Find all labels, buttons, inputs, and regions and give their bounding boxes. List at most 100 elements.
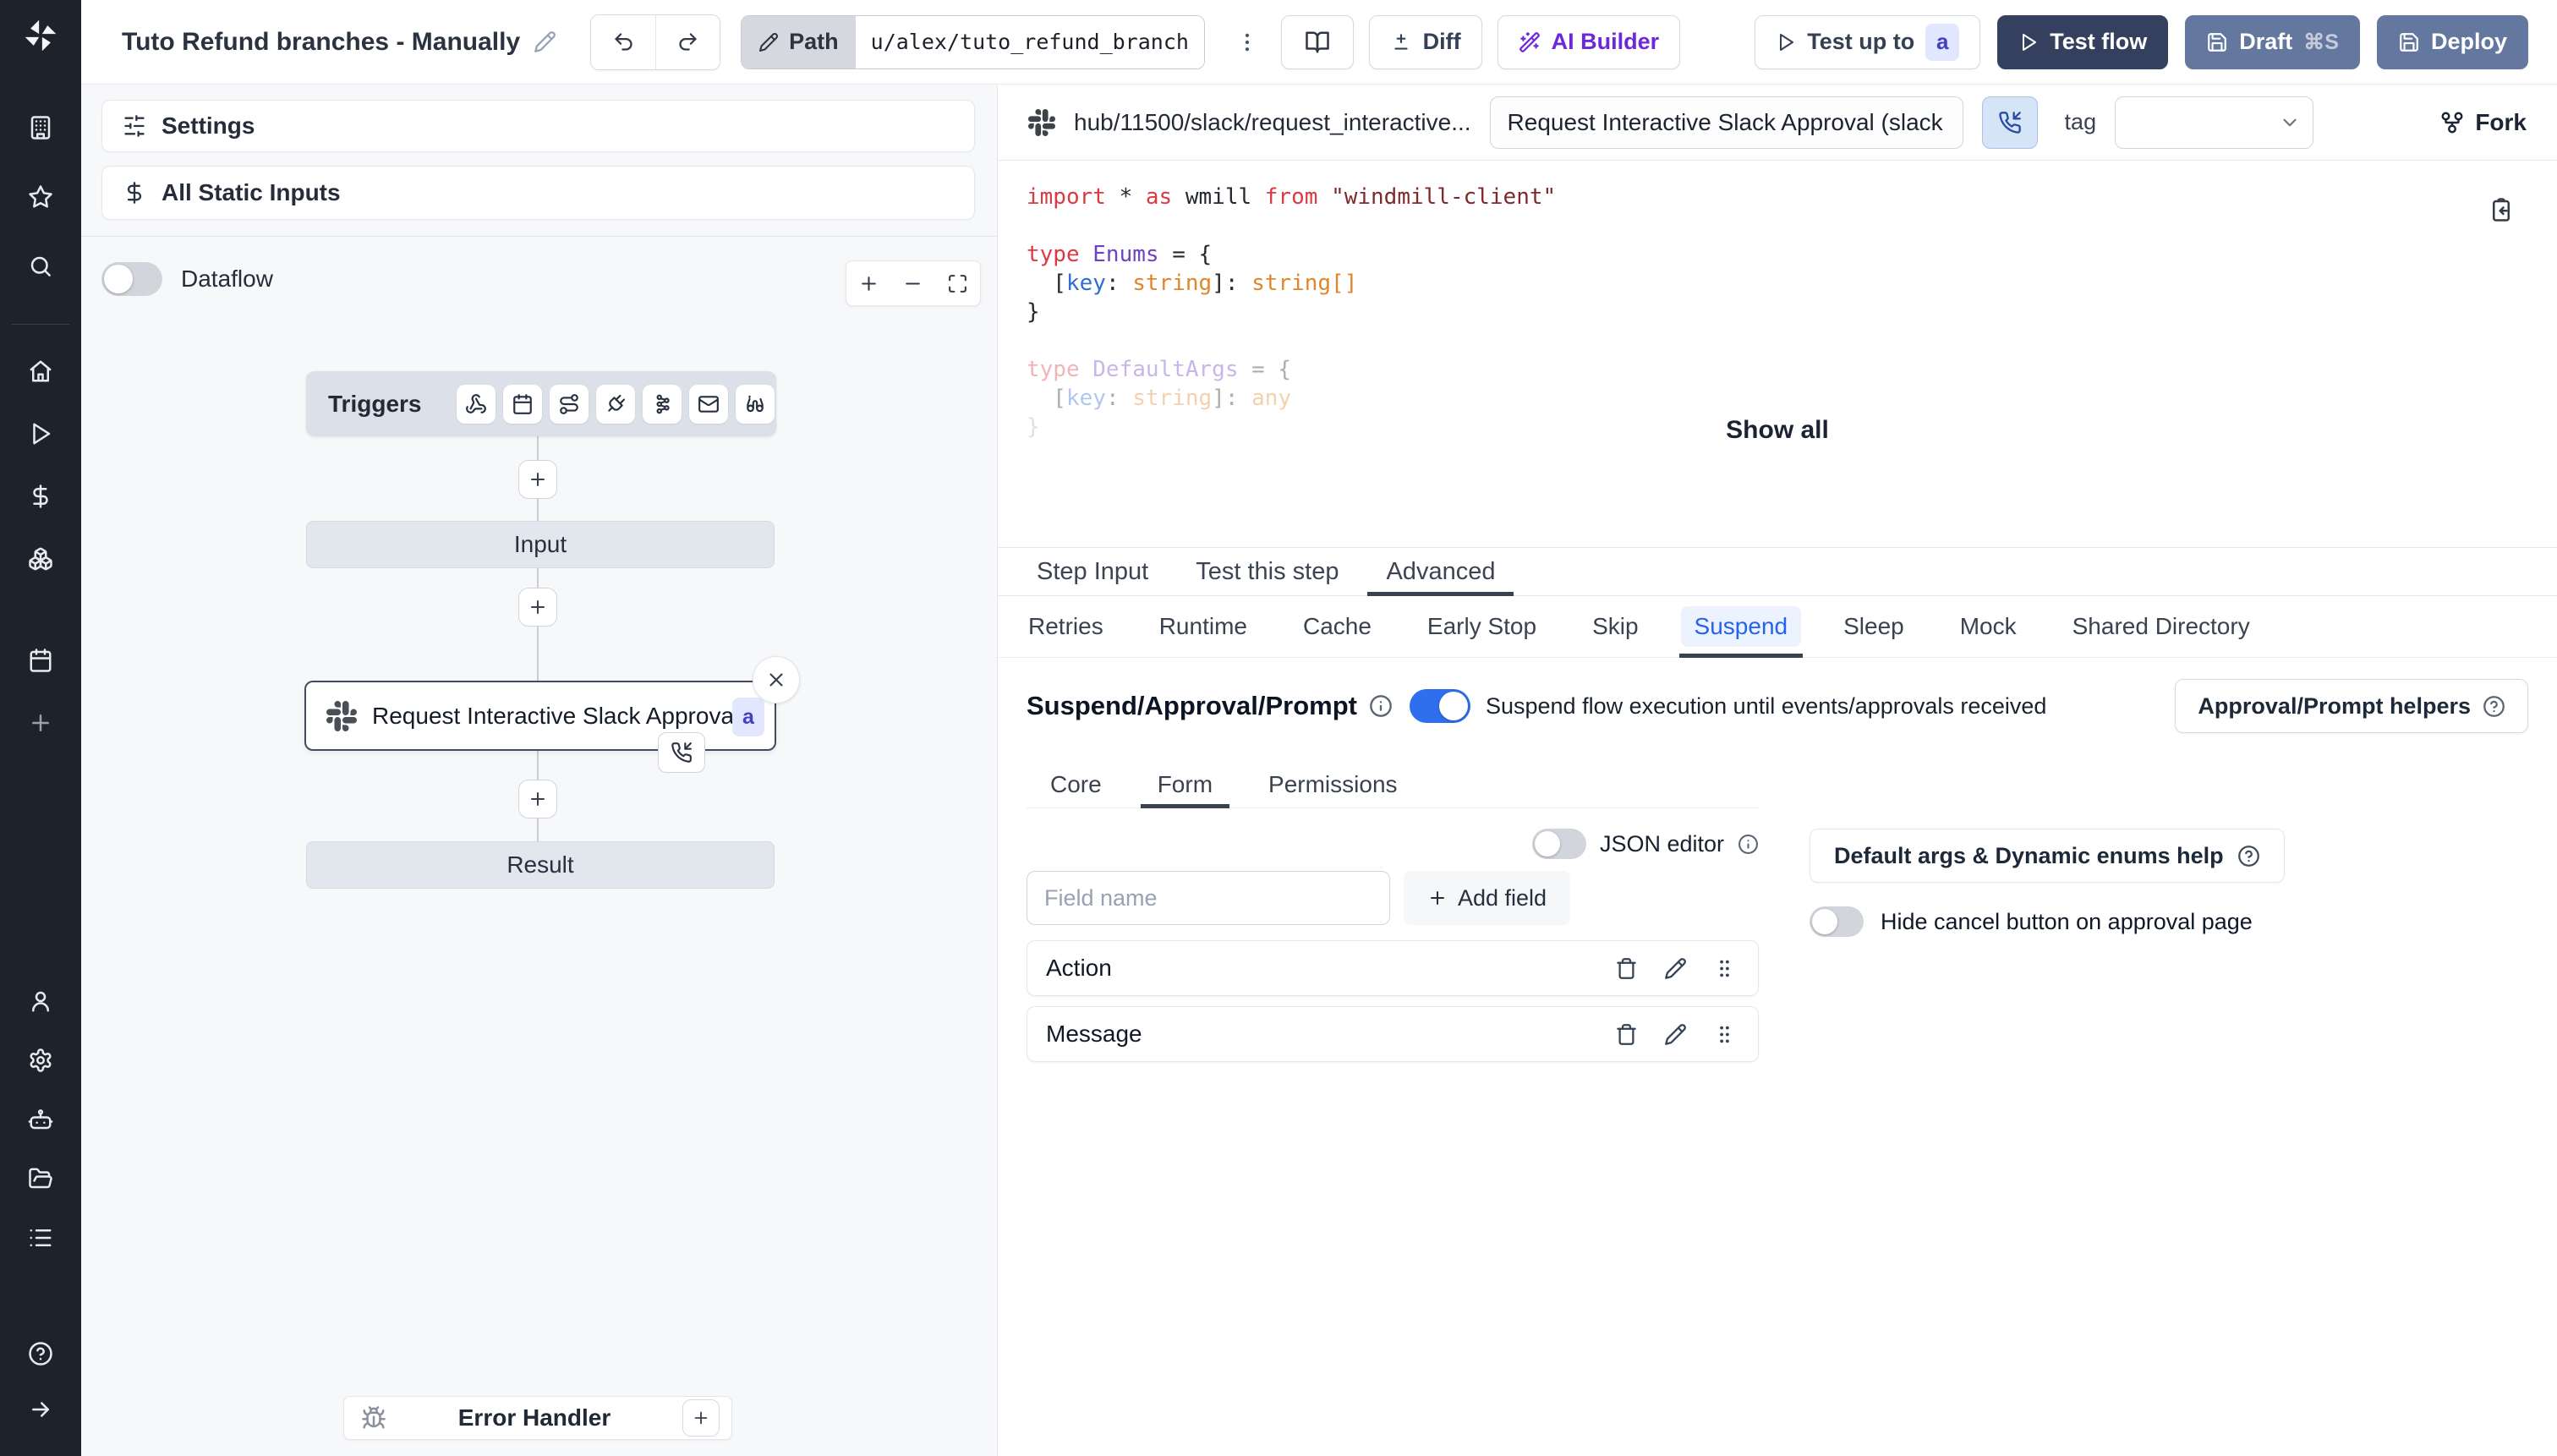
tag-select[interactable]	[2115, 96, 2314, 149]
tab-suspend[interactable]: Suspend	[1678, 596, 1803, 658]
sidebar-item-search[interactable]	[27, 253, 54, 280]
tab-shared-directory[interactable]: Shared Directory	[2069, 596, 2253, 657]
more-menu-button[interactable]	[1228, 14, 1266, 69]
sidebar-item-boxes[interactable]	[27, 545, 54, 572]
edit-title-icon[interactable]	[534, 30, 556, 53]
field-drag-handle[interactable]	[1709, 953, 1739, 983]
sidebar-item-robot[interactable]	[27, 1106, 54, 1133]
flow-settings-button[interactable]: Settings	[101, 100, 975, 152]
sidebar-item-home[interactable]	[27, 358, 54, 385]
sidebar-item-dollar[interactable]	[27, 483, 54, 510]
field-drag-handle[interactable]	[1709, 1019, 1739, 1049]
step-summary-input[interactable]	[1489, 96, 1963, 149]
draft-button[interactable]: Draft ⌘S	[2185, 14, 2360, 69]
trigger-kafka-button[interactable]	[643, 384, 682, 424]
test-up-to-button[interactable]: Test up to a	[1755, 14, 1981, 69]
flow-title[interactable]: Tuto Refund branches - Manually	[110, 19, 568, 65]
suspend-indicator-button[interactable]	[1981, 96, 2038, 149]
info-icon[interactable]	[1369, 694, 1393, 718]
test-flow-button[interactable]: Test flow	[1997, 14, 2169, 69]
field-delete-button[interactable]	[1611, 953, 1641, 983]
approval-prompt-helpers-button[interactable]: Approval/Prompt helpers	[2175, 679, 2528, 733]
ai-builder-button[interactable]: AI Builder	[1497, 14, 1681, 69]
hide-cancel-toggle[interactable]	[1810, 906, 1864, 937]
input-node[interactable]: Input	[306, 521, 775, 568]
hub-script-path[interactable]: hub/11500/slack/request_interactive...	[1074, 109, 1471, 136]
copy-code-button[interactable]	[2483, 191, 2520, 228]
sidebar-item-star[interactable]	[27, 183, 54, 211]
tab-runtime[interactable]: Runtime	[1156, 596, 1251, 657]
path-input[interactable]	[855, 15, 1204, 68]
sidebar-item-folder[interactable]	[27, 1165, 54, 1192]
tab-advanced[interactable]: Advanced	[1367, 548, 1514, 596]
all-static-inputs-button[interactable]: All Static Inputs	[101, 166, 975, 220]
sidebar-item-plus[interactable]	[27, 709, 54, 736]
approval-step-node[interactable]: Request Interactive Slack Approval (... …	[304, 681, 776, 751]
field-delete-button[interactable]	[1611, 1019, 1641, 1049]
fork-button[interactable]: Fork	[2439, 109, 2527, 136]
diff-button[interactable]: Diff	[1368, 14, 1482, 69]
show-all-button[interactable]: Show all	[998, 416, 2557, 445]
deploy-button[interactable]: Deploy	[2376, 14, 2528, 69]
redo-button[interactable]	[655, 14, 720, 69]
tab-skip[interactable]: Skip	[1589, 596, 1641, 657]
delete-step-button[interactable]	[753, 656, 800, 703]
step-id-badge: a	[732, 698, 764, 736]
zoom-in-button[interactable]	[849, 264, 888, 303]
trigger-plug-button[interactable]	[596, 384, 636, 424]
field-name-input[interactable]	[1027, 871, 1390, 925]
trigger-calendar-button[interactable]	[503, 384, 543, 424]
info-icon[interactable]	[1738, 834, 1759, 855]
ai-builder-label: AI Builder	[1551, 29, 1660, 54]
sidebar-item-building[interactable]	[27, 114, 54, 141]
insert-step-button[interactable]	[518, 780, 557, 818]
grip-icon	[1713, 1023, 1736, 1046]
tab-cache[interactable]: Cache	[1300, 596, 1375, 657]
result-node[interactable]: Result	[306, 841, 775, 889]
suspend-step-badge[interactable]	[658, 732, 705, 773]
triggers-node[interactable]: Triggers	[306, 371, 776, 436]
path-edit-button[interactable]: Path	[742, 15, 856, 68]
windmill-logo[interactable]	[22, 17, 59, 54]
field-edit-button[interactable]	[1660, 1019, 1690, 1049]
sidebar-item-help[interactable]	[27, 1340, 54, 1367]
tab-form[interactable]: Form	[1140, 761, 1230, 808]
error-handler-node[interactable]: Error Handler	[343, 1396, 732, 1440]
trigger-mail-button[interactable]	[689, 384, 729, 424]
hide-cancel-label: Hide cancel button on approval page	[1881, 908, 2253, 934]
sidebar-group-main	[0, 358, 81, 736]
fit-view-button[interactable]	[939, 264, 977, 303]
tab-retries[interactable]: Retries	[1025, 596, 1107, 657]
hide-cancel-row: Hide cancel button on approval page	[1810, 906, 2253, 937]
tab-mock[interactable]: Mock	[1957, 596, 2020, 657]
insert-step-button[interactable]	[518, 588, 557, 627]
tab-early-stop[interactable]: Early Stop	[1424, 596, 1540, 657]
sidebar-item-calendar[interactable]	[27, 647, 54, 674]
trigger-webhook-button[interactable]	[457, 384, 496, 424]
add-error-handler-button[interactable]	[682, 1399, 720, 1437]
docs-button[interactable]	[1280, 14, 1354, 69]
undo-button[interactable]	[591, 14, 656, 69]
suspend-enabled-toggle[interactable]	[1409, 689, 1470, 723]
tab-core[interactable]: Core	[1033, 761, 1119, 807]
zoom-out-button[interactable]	[894, 264, 933, 303]
sidebar-item-play[interactable]	[27, 420, 54, 447]
sidebar-item-arrow-right[interactable]	[27, 1396, 54, 1423]
sidebar-item-user[interactable]	[27, 988, 54, 1015]
tab-permissions[interactable]: Permissions	[1251, 761, 1414, 807]
field-edit-button[interactable]	[1660, 953, 1690, 983]
dataflow-toggle[interactable]	[101, 262, 162, 296]
json-editor-toggle[interactable]	[1531, 829, 1586, 859]
tab-label: Mock	[1959, 613, 2017, 639]
tab-test-this-step[interactable]: Test this step	[1177, 548, 1357, 595]
tab-sleep[interactable]: Sleep	[1840, 596, 1908, 657]
tab-label: Sleep	[1843, 613, 1904, 639]
insert-step-button[interactable]	[518, 460, 557, 499]
sidebar-item-gear[interactable]	[27, 1047, 54, 1074]
sidebar-item-list[interactable]	[27, 1224, 54, 1251]
trigger-route-button[interactable]	[550, 384, 589, 424]
tab-step-input[interactable]: Step Input	[1018, 548, 1167, 595]
trigger-watch-button[interactable]	[736, 384, 775, 424]
add-field-button[interactable]: Add field	[1404, 871, 1571, 925]
default-args-help-button[interactable]: Default args & Dynamic enums help	[1810, 829, 2285, 883]
